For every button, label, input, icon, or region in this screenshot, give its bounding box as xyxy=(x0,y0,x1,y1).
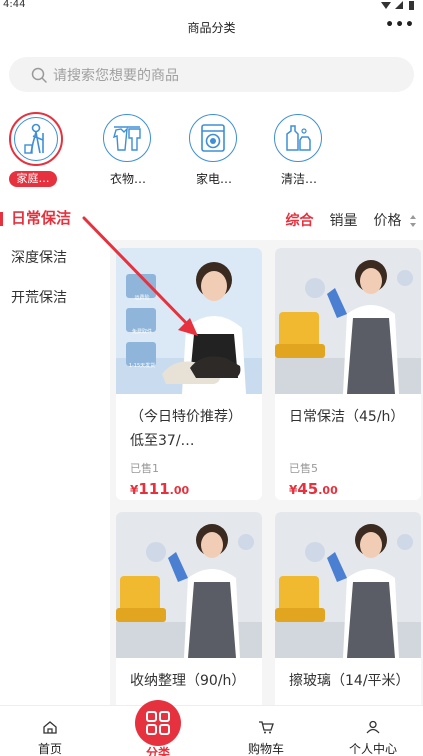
category-icon-ring xyxy=(9,112,63,166)
product-sold: 已售1 xyxy=(130,462,159,475)
sort-sales[interactable]: 销量 xyxy=(330,210,358,230)
price-integer: 111 xyxy=(138,480,170,498)
price-decimal: .00 xyxy=(318,484,338,497)
sort-arrows-icon xyxy=(410,215,416,227)
category-item-laundry[interactable]: 衣物… xyxy=(97,112,157,188)
cleaner-photo-image xyxy=(275,512,421,658)
category-icon-ring xyxy=(189,114,237,162)
sort-bar: 综合 销量 价格 xyxy=(270,208,417,232)
product-title: 收纳整理（90/h） xyxy=(130,673,246,689)
washing-machine-icon xyxy=(201,124,225,152)
category-label: 家电… xyxy=(195,172,232,186)
product-title: 日常保洁（45/h） xyxy=(289,409,405,425)
sort-price-label: 价格 xyxy=(373,213,402,229)
tab-label: 个人中心 xyxy=(348,742,397,756)
category-label: 清洁… xyxy=(280,172,317,186)
tab-category[interactable]: 分类 xyxy=(108,700,208,756)
category-label: 家庭… xyxy=(9,171,57,187)
cleaner-photo-image xyxy=(275,248,421,394)
tab-home[interactable]: 首页 xyxy=(0,706,100,756)
product-sold: 已售5 xyxy=(289,462,318,475)
category-item-home-cleaning[interactable]: 家庭… xyxy=(0,112,63,188)
cart-icon xyxy=(259,721,274,734)
sidebar-item-deep-cleaning[interactable]: 深度保洁 xyxy=(0,241,110,275)
active-marker xyxy=(0,212,3,226)
tab-label: 购物车 xyxy=(247,742,284,756)
promo-badge: 运费险 xyxy=(134,295,150,301)
cleaner-photo-image xyxy=(116,512,262,658)
status-bar: 4:44 xyxy=(0,0,423,12)
search-icon xyxy=(31,67,47,83)
cleaning-bottles-icon xyxy=(286,125,311,151)
category-row: 家庭… 衣物… 家电… 清洁… xyxy=(0,112,423,192)
product-title: 擦玻璃（14/平米） xyxy=(289,673,410,689)
search-placeholder: 请搜索您想要的商品 xyxy=(53,67,179,84)
shoes-promo-image xyxy=(116,248,262,394)
tab-profile[interactable]: 个人中心 xyxy=(323,706,423,756)
wifi-icon xyxy=(381,2,391,9)
product-title: （今日特价推荐）低至37/… xyxy=(130,409,242,449)
tab-label: 首页 xyxy=(37,742,62,756)
title-bar: 商品分类 ••• xyxy=(0,14,423,42)
sort-price[interactable]: 价格 xyxy=(374,210,417,230)
product-card[interactable]: 收纳整理（90/h） xyxy=(116,512,262,705)
sidebar-item-label: 日常保洁 xyxy=(11,209,72,227)
user-icon xyxy=(366,720,380,734)
price-integer: 45 xyxy=(297,480,319,498)
sidebar-item-daily-cleaning[interactable]: 日常保洁 xyxy=(0,201,110,235)
more-dots-icon[interactable]: ••• xyxy=(385,17,415,33)
page-title: 商品分类 xyxy=(187,21,236,35)
category-icon-ring xyxy=(274,114,322,162)
tab-cart[interactable]: 购物车 xyxy=(216,706,316,756)
sort-comprehensive[interactable]: 综合 xyxy=(286,210,314,230)
product-card[interactable]: 运费险 免费取件 1-15天发货 （今日特价推荐）低至37/… 已售1 ¥111… xyxy=(116,248,262,500)
category-item-cleaning-supplies[interactable]: 清洁… xyxy=(268,112,328,188)
sidebar-item-label: 深度保洁 xyxy=(11,250,67,266)
product-card[interactable]: 擦玻璃（14/平米） xyxy=(275,512,421,705)
sidebar-item-initial-cleaning[interactable]: 开荒保洁 xyxy=(0,281,110,315)
tab-bar: 首页 分类 购物车 个人中心 xyxy=(0,700,423,756)
home-icon xyxy=(43,721,57,734)
category-label: 衣物… xyxy=(109,172,146,186)
clothes-icon xyxy=(112,126,141,151)
promo-badge: 1-15天发货 xyxy=(128,363,156,369)
category-icon-ring xyxy=(103,114,151,162)
cleaning-person-icon xyxy=(24,123,44,154)
battery-icon xyxy=(409,1,414,10)
status-time: 4:44 xyxy=(3,0,26,10)
promo-badge: 免费取件 xyxy=(131,329,152,335)
product-price: ¥111.00 xyxy=(130,479,189,498)
product-price: ¥45.00 xyxy=(289,479,338,498)
sidebar-item-label: 开荒保洁 xyxy=(11,290,67,306)
tab-label: 分类 xyxy=(145,746,170,756)
search-input[interactable]: 请搜索您想要的商品 xyxy=(9,57,414,92)
product-grid: 运费险 免费取件 1-15天发货 （今日特价推荐）低至37/… 已售1 ¥111… xyxy=(110,240,423,705)
category-item-appliance[interactable]: 家电… xyxy=(183,112,243,188)
sidebar: 日常保洁 深度保洁 开荒保洁 xyxy=(0,197,110,705)
status-icons xyxy=(381,1,414,10)
category-grid-icon xyxy=(135,700,181,746)
price-decimal: .00 xyxy=(169,484,190,497)
signal-icon xyxy=(395,1,403,9)
product-card[interactable]: 日常保洁（45/h） 已售5 ¥45.00 xyxy=(275,248,421,500)
